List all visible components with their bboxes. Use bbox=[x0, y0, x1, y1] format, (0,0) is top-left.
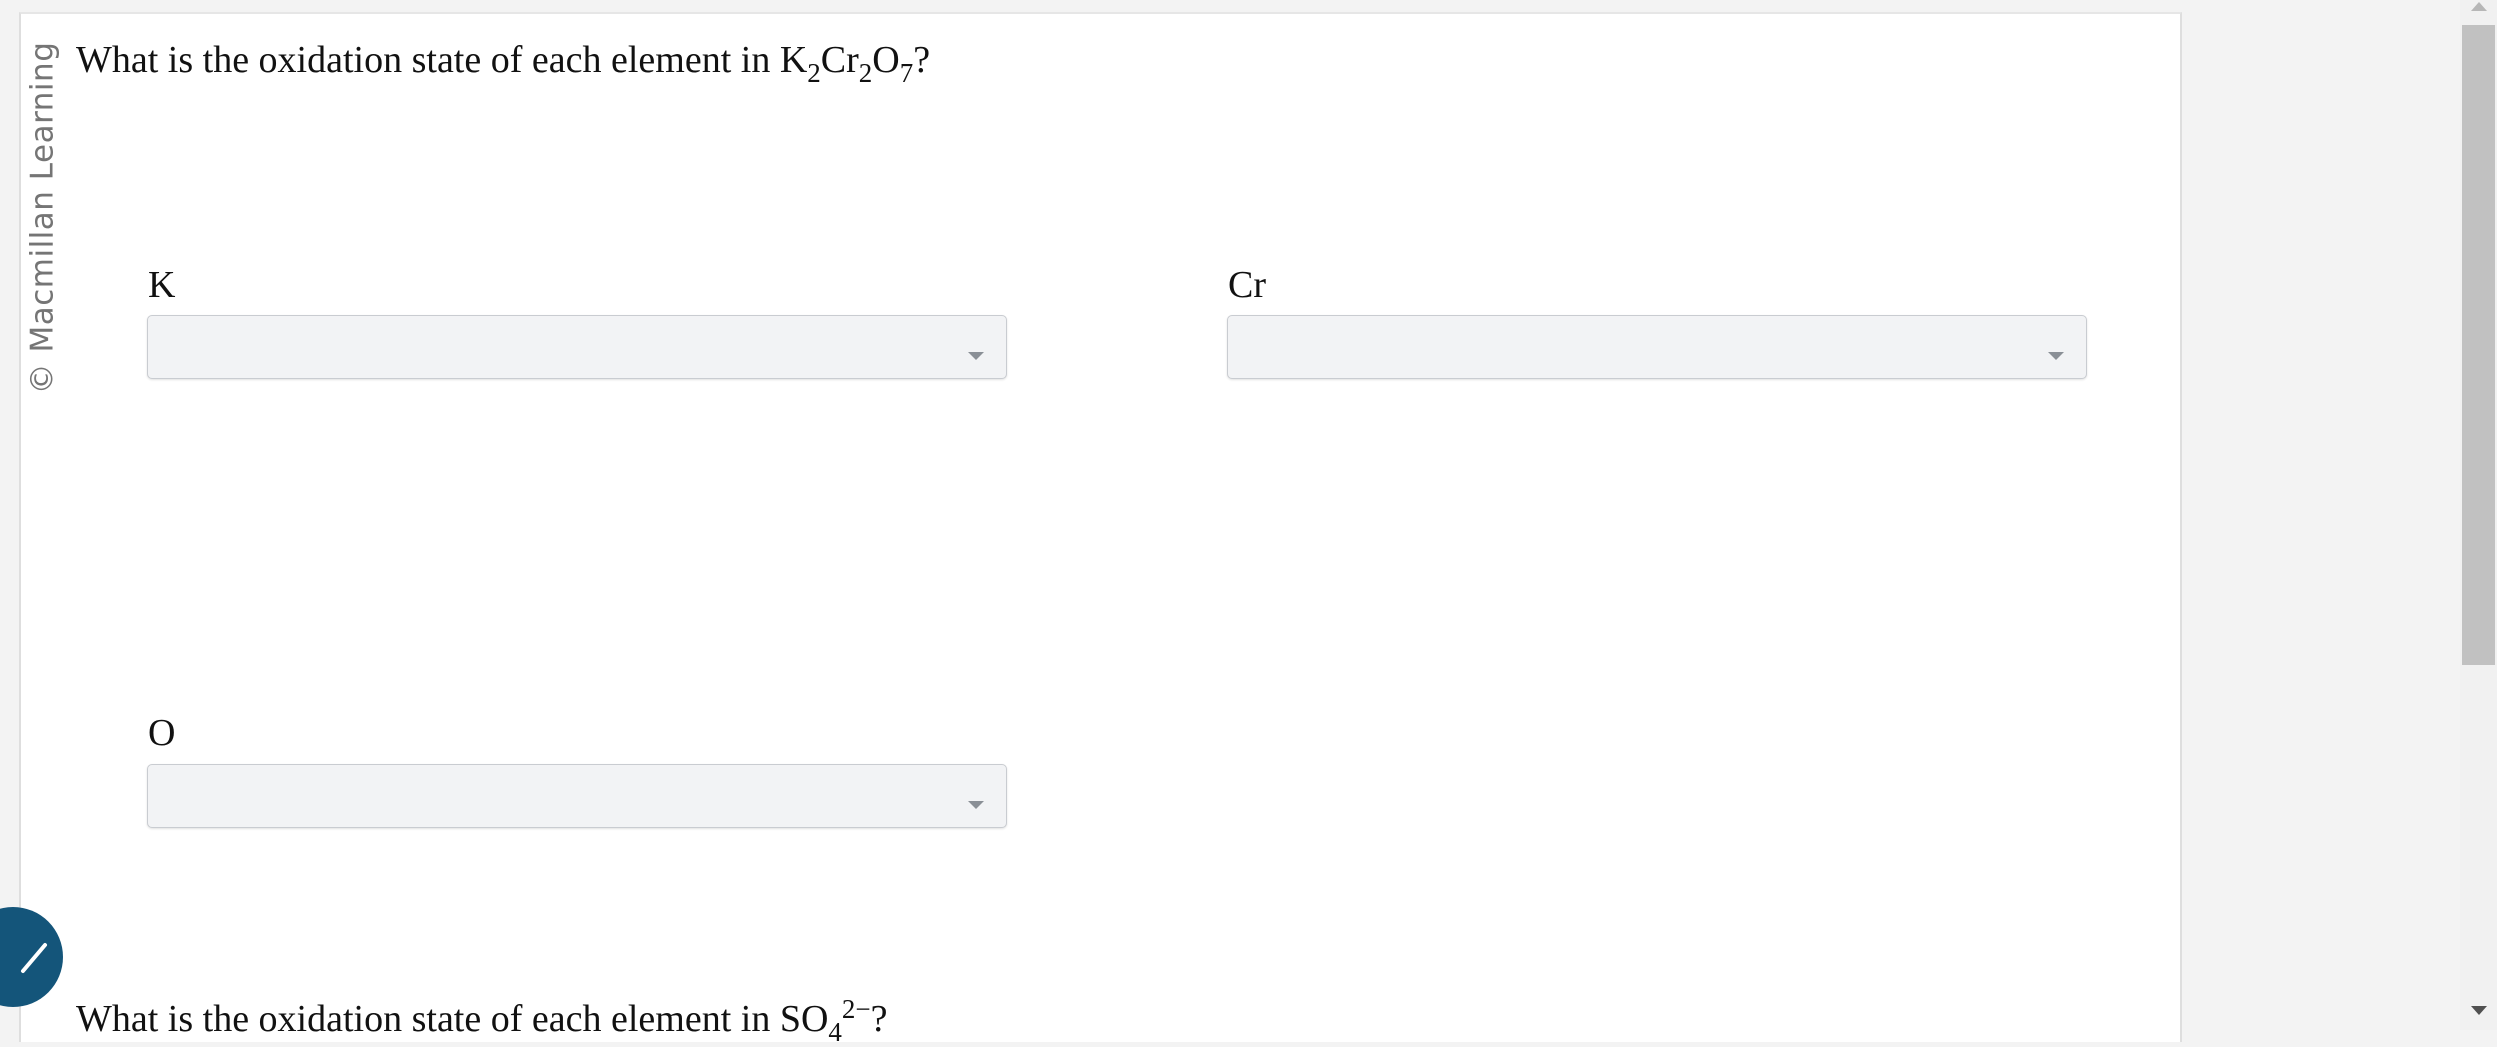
question-title-2: What is the oxidation state of each elem… bbox=[76, 994, 888, 1047]
vertical-scrollbar[interactable] bbox=[2460, 0, 2497, 1030]
label-o: O bbox=[148, 712, 176, 754]
question-title: What is the oxidation state of each elem… bbox=[76, 39, 931, 88]
oxidation-state-select-cr[interactable] bbox=[1227, 315, 2087, 379]
chevron-down-icon bbox=[2048, 352, 2064, 360]
question-card bbox=[0, 12, 2182, 1042]
scroll-up-icon[interactable] bbox=[2471, 2, 2487, 11]
formula: SO42− bbox=[779, 994, 871, 1047]
label-cr: Cr bbox=[1228, 264, 1266, 306]
pencil-icon bbox=[21, 943, 47, 973]
scroll-thumb[interactable] bbox=[2462, 25, 2495, 665]
pencil-button[interactable] bbox=[0, 907, 63, 1007]
oxidation-state-select-k[interactable] bbox=[147, 315, 1007, 379]
chevron-down-icon bbox=[968, 352, 984, 360]
copyright-watermark: © Macmillan Learning bbox=[24, 41, 61, 395]
formula: K2Cr2O7 bbox=[779, 39, 914, 88]
scroll-down-icon[interactable] bbox=[2471, 1006, 2487, 1015]
label-k: K bbox=[148, 264, 176, 306]
oxidation-state-select-o[interactable] bbox=[147, 764, 1007, 828]
chevron-down-icon bbox=[968, 801, 984, 809]
